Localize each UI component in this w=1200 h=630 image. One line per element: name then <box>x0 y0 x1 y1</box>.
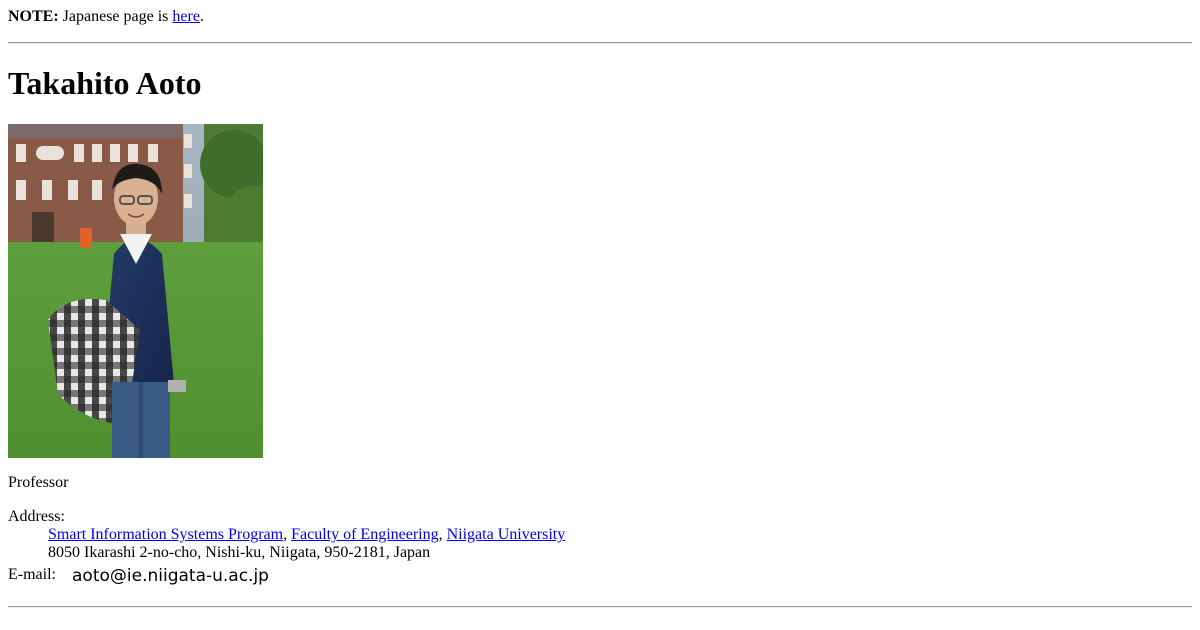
address-affiliation: Smart Information Systems Program, Facul… <box>48 526 565 544</box>
address-separator: , <box>438 526 447 543</box>
note-text: Japanese page is <box>58 8 173 25</box>
page-title: Takahito Aoto <box>8 65 202 101</box>
address-separator: , <box>283 526 292 543</box>
profile-photo <box>8 124 263 458</box>
note-label: NOTE: <box>8 8 59 25</box>
japanese-page-note: NOTE: Japanese page is here. <box>8 8 204 26</box>
email-label: E-mail: <box>8 566 56 583</box>
note-suffix: . <box>199 8 204 25</box>
faculty-link[interactable]: Faculty of Engineering <box>291 526 439 543</box>
address-label: Address: <box>8 508 65 525</box>
top-divider <box>8 42 1192 44</box>
program-link[interactable]: Smart Information Systems Program <box>48 526 283 543</box>
email-address-image: aoto@ie.niigata-u.ac.jp <box>72 566 269 586</box>
job-title: Professor <box>8 474 69 491</box>
university-link[interactable]: Niigata University <box>447 526 566 543</box>
bottom-divider <box>8 606 1192 608</box>
street-address: 8050 Ikarashi 2-no-cho, Nishi-ku, Niigat… <box>48 544 431 561</box>
japanese-page-link[interactable]: here <box>172 8 200 25</box>
